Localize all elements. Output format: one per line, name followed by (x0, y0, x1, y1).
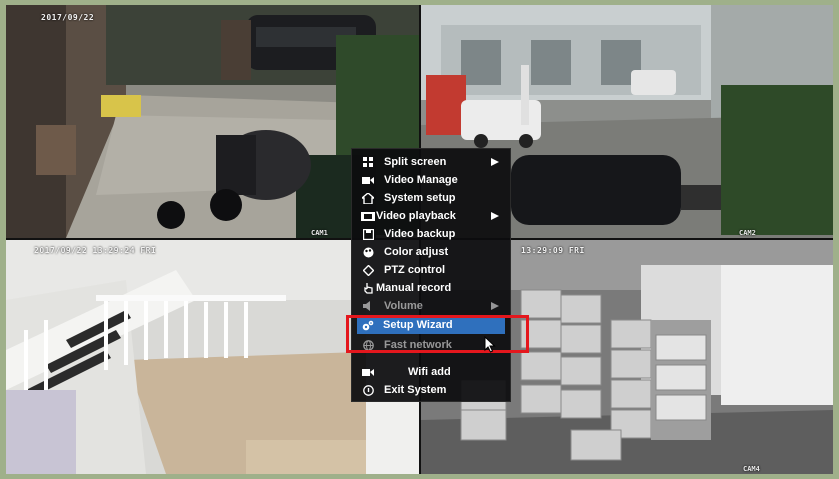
submenu-arrow-icon (491, 212, 499, 220)
camera-1-timestamp: 2017/09/22 (41, 13, 95, 22)
camera-4-timestamp: 13:29:09 FRI (521, 246, 585, 255)
menu-item-label: Exit System (384, 384, 447, 396)
menu-item-label: PTZ control (384, 264, 446, 276)
home-icon (361, 189, 375, 207)
submenu-arrow-icon (491, 158, 499, 166)
speaker-icon (361, 297, 375, 315)
menu-item-label: Split screen (384, 156, 447, 168)
menu-item-label: Color adjust (384, 246, 449, 258)
film-playback-icon (361, 207, 375, 225)
menu-item-label: Volume (384, 300, 423, 312)
highlight-box (346, 315, 529, 353)
menu-item-video-backup[interactable]: Video backup (352, 225, 510, 243)
menu-item-label: Video backup (384, 228, 456, 240)
camera-2-label: CAM2 (739, 229, 756, 237)
main-context-menu[interactable]: Split screen Video Manage System setup V… (351, 148, 511, 402)
menu-item-video-playback[interactable]: Video playback (352, 207, 510, 225)
diamond-icon (361, 261, 375, 279)
submenu-arrow-icon (491, 302, 499, 310)
mouse-cursor-icon (484, 336, 496, 353)
split-screen-icon (361, 153, 375, 171)
menu-item-label: Wifi add (408, 366, 451, 378)
wifi-camera-icon (361, 363, 375, 381)
hand-pointer-icon (361, 279, 375, 297)
menu-item-label: Manual record (376, 282, 452, 294)
menu-item-manual-record[interactable]: Manual record (352, 279, 510, 297)
menu-item-color-adjust[interactable]: Color adjust (352, 243, 510, 261)
menu-item-label: System setup (384, 192, 456, 204)
menu-item-ptz-control[interactable]: PTZ control (352, 261, 510, 279)
camera-1-label: CAM1 (311, 229, 328, 237)
menu-item-split-screen[interactable]: Split screen (352, 153, 510, 171)
power-icon (361, 381, 375, 399)
menu-item-wifi-add[interactable]: Wifi add (352, 363, 510, 381)
menu-item-exit-system[interactable]: Exit System (352, 381, 510, 399)
menu-item-system-setup[interactable]: System setup (352, 189, 510, 207)
menu-item-label: Video playback (376, 210, 456, 222)
camera-4-label: CAM4 (743, 465, 760, 473)
video-camera-icon (361, 171, 375, 189)
menu-item-volume[interactable]: Volume (352, 297, 510, 315)
menu-item-video-manage[interactable]: Video Manage (352, 171, 510, 189)
menu-item-label: Video Manage (384, 174, 458, 186)
palette-icon (361, 243, 375, 261)
floppy-disk-icon (361, 225, 375, 243)
camera-3-timestamp: 2017/09/22 13:29:24 FRI (34, 246, 157, 255)
dvr-screen: 2017/09/22 CAM1 CAM2 2017/09/22 13:29:24… (6, 5, 833, 474)
